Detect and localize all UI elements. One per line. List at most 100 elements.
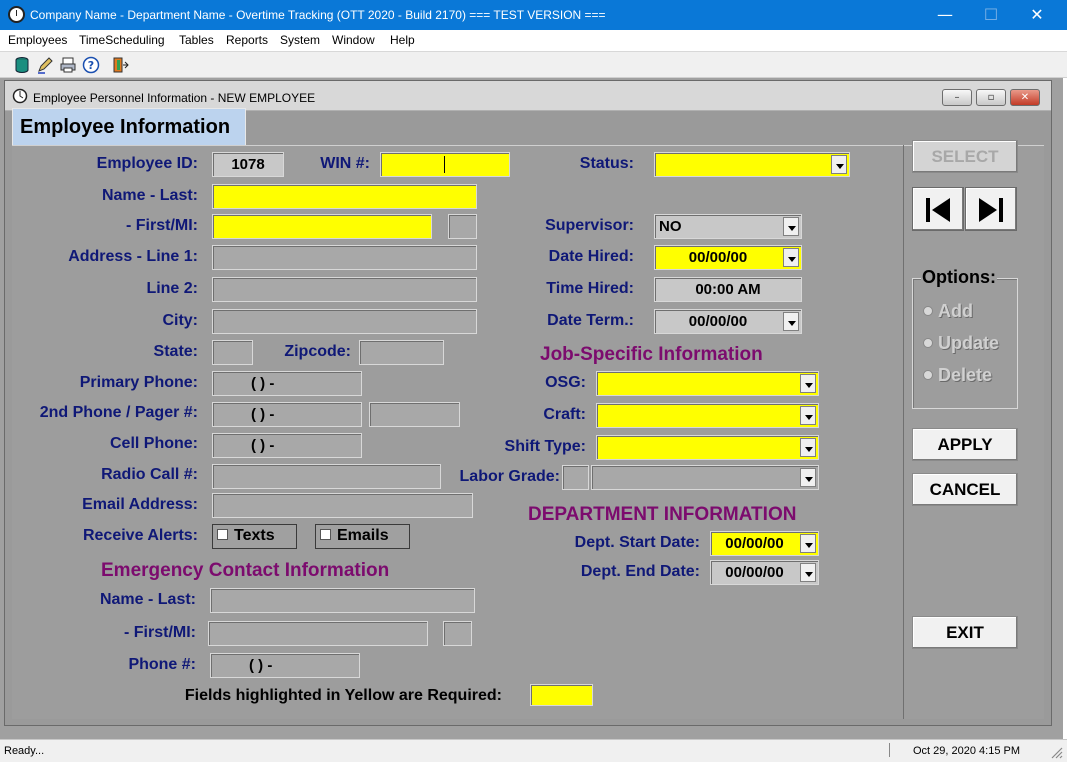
state-label: State: <box>153 343 198 360</box>
ec-phone-input[interactable]: ( ) - <box>210 653 360 678</box>
clock-app-icon[interactable] <box>8 6 25 23</box>
supervisor-label: Supervisor: <box>545 217 634 234</box>
labor-grade-select[interactable] <box>591 465 819 490</box>
labor-grade-code-input[interactable] <box>562 465 589 490</box>
osg-select[interactable] <box>596 371 819 396</box>
address2-input[interactable] <box>212 277 477 302</box>
win-input[interactable] <box>380 152 510 177</box>
menu-system[interactable]: System <box>280 33 320 47</box>
ec-first-name-input[interactable] <box>208 621 428 646</box>
employee-window-title-bar: Employee Personnel Information - NEW EMP… <box>5 81 1051 111</box>
checkbox-box[interactable] <box>320 529 331 540</box>
options-group: Options: Add Update Delete <box>912 267 1018 409</box>
child-minimize-button[interactable]: – <box>942 89 972 106</box>
help-icon[interactable]: ? <box>82 56 100 74</box>
cancel-button[interactable]: CANCEL <box>912 473 1018 506</box>
radio-call-input[interactable] <box>212 464 441 489</box>
first-name-input[interactable] <box>212 214 432 239</box>
primary-phone-label: Primary Phone: <box>79 374 198 391</box>
status-select[interactable] <box>654 152 850 177</box>
checkbox-box[interactable] <box>217 529 228 540</box>
maximize-button[interactable]: ☐ <box>968 0 1014 30</box>
second-phone-input[interactable]: ( ) - <box>212 402 362 427</box>
chevron-down-icon[interactable] <box>800 406 816 425</box>
zipcode-label: Zipcode: <box>284 343 351 360</box>
radio-call-label: Radio Call #: <box>101 466 198 483</box>
close-button[interactable]: ✕ <box>1014 0 1060 30</box>
menu-help[interactable]: Help <box>390 33 415 47</box>
city-label: City: <box>162 312 198 329</box>
menu-tables[interactable]: Tables <box>179 33 214 47</box>
chevron-down-icon[interactable] <box>800 563 816 582</box>
menu-bar: Employees TimeScheduling Tables Reports … <box>0 30 1067 51</box>
next-record-button[interactable] <box>965 187 1017 231</box>
option-update-radio[interactable]: Update <box>923 333 999 354</box>
option-add-radio[interactable]: Add <box>923 301 973 322</box>
state-input[interactable] <box>212 340 253 365</box>
chevron-down-icon[interactable] <box>831 155 847 174</box>
apply-button[interactable]: APPLY <box>912 428 1018 461</box>
ec-name-last-input[interactable] <box>210 588 475 613</box>
child-restore-button[interactable]: ▫ <box>976 89 1006 106</box>
menu-timescheduling[interactable]: TimeScheduling <box>79 33 165 47</box>
second-phone-label: 2nd Phone / Pager #: <box>39 404 198 421</box>
chevron-down-icon[interactable] <box>800 374 816 393</box>
ec-phone-value: ( ) - <box>249 657 273 674</box>
tab-label: Employee Information <box>20 116 231 138</box>
chevron-down-icon[interactable] <box>800 468 816 487</box>
labor-grade-label: Labor Grade: <box>459 468 560 485</box>
email-input[interactable] <box>212 493 473 518</box>
print-icon[interactable] <box>59 56 77 74</box>
time-hired-input[interactable]: 00:00 AM <box>654 277 802 302</box>
menu-employees[interactable]: Employees <box>8 33 67 47</box>
select-button[interactable]: SELECT <box>912 140 1018 173</box>
dept-end-input[interactable]: 00/00/00 <box>710 560 819 585</box>
date-hired-input[interactable]: 00/00/00 <box>654 245 802 270</box>
edit-icon[interactable] <box>36 56 54 74</box>
minimize-button[interactable]: — <box>922 0 968 30</box>
database-icon[interactable] <box>13 56 31 74</box>
emails-label: Emails <box>337 527 389 544</box>
tab-employee-information[interactable]: Employee Information <box>12 108 246 145</box>
pager-input[interactable] <box>369 402 460 427</box>
craft-select[interactable] <box>596 403 819 428</box>
shift-type-select[interactable] <box>596 435 819 460</box>
menu-reports[interactable]: Reports <box>226 33 268 47</box>
emails-checkbox[interactable]: Emails <box>315 524 410 549</box>
date-term-label: Date Term.: <box>547 312 634 329</box>
menu-window[interactable]: Window <box>332 33 375 47</box>
option-delete-radio[interactable]: Delete <box>923 365 992 386</box>
zipcode-input[interactable] <box>359 340 444 365</box>
address1-input[interactable] <box>212 245 477 270</box>
chevron-down-icon[interactable] <box>783 217 799 236</box>
exit-door-icon[interactable] <box>111 56 129 74</box>
dept-end-label: Dept. End Date: <box>580 563 700 580</box>
name-last-input[interactable] <box>212 184 477 209</box>
chevron-down-icon[interactable] <box>783 312 799 331</box>
texts-label: Texts <box>234 527 275 544</box>
exit-button[interactable]: EXIT <box>912 616 1018 649</box>
city-input[interactable] <box>212 309 477 334</box>
radio-dot[interactable] <box>923 370 933 380</box>
chevron-down-icon[interactable] <box>783 248 799 267</box>
supervisor-select[interactable]: NO <box>654 214 802 239</box>
ec-middle-initial-input[interactable] <box>443 621 472 646</box>
primary-phone-input[interactable]: ( ) - <box>212 371 362 396</box>
name-last-label: Name - Last: <box>101 187 198 204</box>
child-close-button[interactable]: ✕ <box>1010 89 1040 106</box>
middle-initial-input[interactable] <box>448 214 477 239</box>
line2-label: Line 2: <box>146 280 198 297</box>
texts-checkbox[interactable]: Texts <box>212 524 297 549</box>
chevron-down-icon[interactable] <box>800 438 816 457</box>
chevron-down-icon[interactable] <box>800 534 816 553</box>
radio-dot[interactable] <box>923 338 933 348</box>
radio-dot[interactable] <box>923 306 933 316</box>
first-mi-label: - First/MI: <box>126 217 198 234</box>
date-term-input[interactable]: 00/00/00 <box>654 309 802 334</box>
cell-phone-input[interactable]: ( ) - <box>212 433 362 458</box>
dept-start-input[interactable]: 00/00/00 <box>710 531 819 556</box>
resize-grip-icon[interactable] <box>1050 746 1063 759</box>
status-separator <box>889 743 890 757</box>
previous-record-button[interactable] <box>912 187 964 231</box>
status-message: Ready... <box>4 745 45 757</box>
